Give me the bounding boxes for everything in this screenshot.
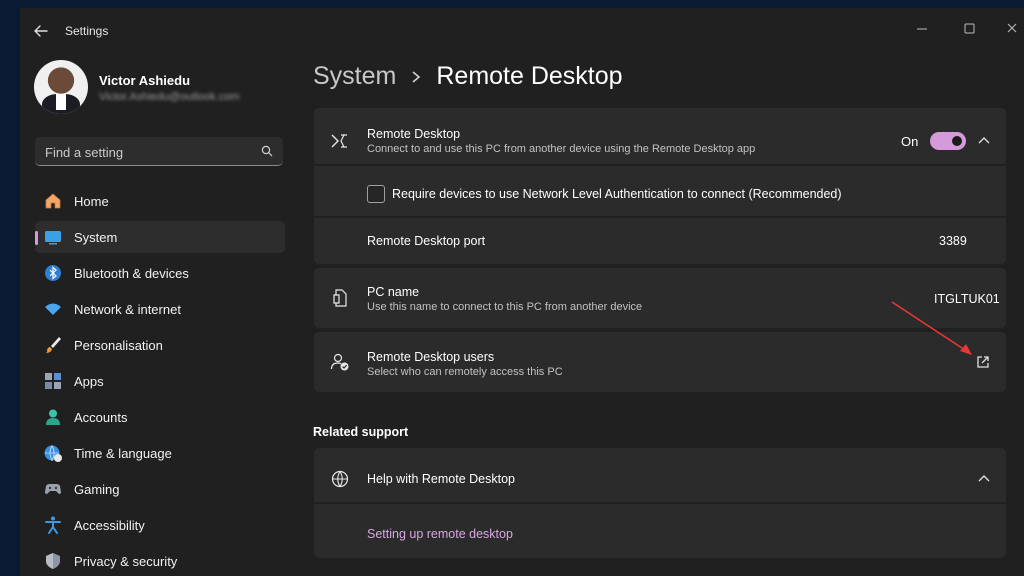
port-label: Remote Desktop port bbox=[367, 234, 486, 248]
app-title: Settings bbox=[65, 24, 109, 38]
setup-remote-desktop-link[interactable]: Setting up remote desktop bbox=[367, 527, 513, 541]
annotation-arrow bbox=[891, 301, 972, 355]
title-bar: Settings bbox=[20, 8, 1024, 54]
sidebar-item-label: Apps bbox=[74, 373, 104, 389]
sidebar-item-label: Bluetooth & devices bbox=[74, 265, 189, 281]
close-icon[interactable] bbox=[1000, 18, 1024, 40]
wifi-icon bbox=[43, 299, 63, 319]
remote-desktop-subtitle: Connect to and use this PC from another … bbox=[367, 143, 756, 155]
sidebar-item-accessibility[interactable]: Accessibility bbox=[35, 509, 285, 541]
avatar[interactable] bbox=[34, 60, 88, 114]
remote-desktop-title: Remote Desktop bbox=[367, 127, 461, 141]
toggle-state-label: On bbox=[901, 134, 919, 149]
accessibility-icon bbox=[43, 515, 63, 535]
breadcrumb-parent[interactable]: System bbox=[313, 62, 396, 91]
remote-desktop-icon bbox=[331, 134, 347, 148]
home-icon bbox=[43, 191, 63, 211]
pc-name-subtitle: Use this name to connect to this PC from… bbox=[367, 301, 643, 313]
rd-users-subtitle: Select who can remotely access this PC bbox=[367, 366, 563, 378]
chevron-right-icon bbox=[412, 70, 421, 83]
rd-users-title: Remote Desktop users bbox=[367, 350, 495, 364]
sidebar-item-apps[interactable]: Apps bbox=[35, 365, 285, 397]
back-arrow-icon[interactable] bbox=[32, 22, 50, 40]
sidebar-item-label: Accounts bbox=[74, 409, 128, 425]
user-name: Victor Ashiedu bbox=[99, 73, 191, 88]
sidebar-item-time-language[interactable]: Time & language bbox=[35, 437, 285, 469]
sidebar-item-home[interactable]: Home bbox=[35, 185, 285, 217]
globe-icon bbox=[331, 470, 349, 488]
minimize-icon[interactable] bbox=[910, 18, 934, 40]
search-input[interactable] bbox=[35, 137, 257, 167]
sidebar-item-label: Gaming bbox=[74, 481, 120, 497]
sidebar-item-accounts[interactable]: Accounts bbox=[35, 401, 285, 433]
sidebar-item-network[interactable]: Network & internet bbox=[35, 293, 285, 325]
sidebar-item-label: Time & language bbox=[74, 445, 172, 461]
chevron-up-icon[interactable] bbox=[977, 134, 991, 148]
shield-icon bbox=[43, 551, 63, 571]
system-icon bbox=[43, 227, 63, 247]
sidebar-item-gaming[interactable]: Gaming bbox=[35, 473, 285, 505]
sidebar-item-personalisation[interactable]: Personalisation bbox=[35, 329, 285, 361]
chevron-up-icon[interactable] bbox=[977, 472, 991, 486]
user-email: Victor.Ashiedu@outlook.com bbox=[99, 91, 240, 103]
sidebar-item-label: Home bbox=[74, 193, 109, 209]
sidebar-item-system[interactable]: System bbox=[35, 221, 285, 253]
sidebar-item-label: Privacy & security bbox=[74, 553, 178, 569]
divider bbox=[314, 502, 1006, 504]
related-support-heading: Related support bbox=[313, 425, 409, 439]
remote-desktop-toggle[interactable] bbox=[930, 132, 966, 150]
search-box[interactable] bbox=[35, 137, 283, 167]
maximize-icon[interactable] bbox=[957, 18, 981, 40]
help-title[interactable]: Help with Remote Desktop bbox=[367, 472, 515, 486]
sidebar-item-privacy[interactable]: Privacy & security bbox=[35, 545, 285, 576]
sidebar-item-bluetooth[interactable]: Bluetooth & devices bbox=[35, 257, 285, 289]
divider bbox=[314, 164, 1006, 166]
sidebar-item-label: Personalisation bbox=[74, 337, 163, 353]
page-title: Remote Desktop bbox=[436, 62, 623, 90]
bluetooth-icon bbox=[43, 263, 63, 283]
user-check-icon bbox=[330, 353, 349, 371]
settings-window: Settings Victor Ashiedu Victor.Ashiedu@o… bbox=[20, 8, 1024, 576]
pc-name-title: PC name bbox=[367, 285, 420, 299]
brush-icon bbox=[43, 335, 63, 355]
accounts-icon bbox=[43, 407, 63, 427]
sidebar-nav: Home System Bluetooth & devices Network … bbox=[35, 185, 285, 576]
toggle-knob bbox=[952, 136, 962, 146]
nla-label: Require devices to use Network Level Aut… bbox=[392, 187, 842, 201]
gamepad-icon bbox=[43, 479, 63, 499]
avatar-shirt bbox=[56, 94, 66, 110]
sidebar-item-label: Network & internet bbox=[74, 301, 181, 317]
breadcrumb: System Remote Desktop bbox=[313, 62, 623, 91]
search-icon[interactable] bbox=[261, 145, 273, 157]
nla-checkbox[interactable] bbox=[367, 185, 385, 203]
apps-icon bbox=[43, 371, 63, 391]
port-value: 3389 bbox=[939, 234, 967, 248]
sidebar-item-label: Accessibility bbox=[74, 517, 145, 533]
document-icon bbox=[333, 289, 347, 307]
sidebar-item-label: System bbox=[74, 229, 118, 245]
globe-clock-icon bbox=[43, 443, 63, 463]
divider bbox=[314, 216, 1006, 218]
